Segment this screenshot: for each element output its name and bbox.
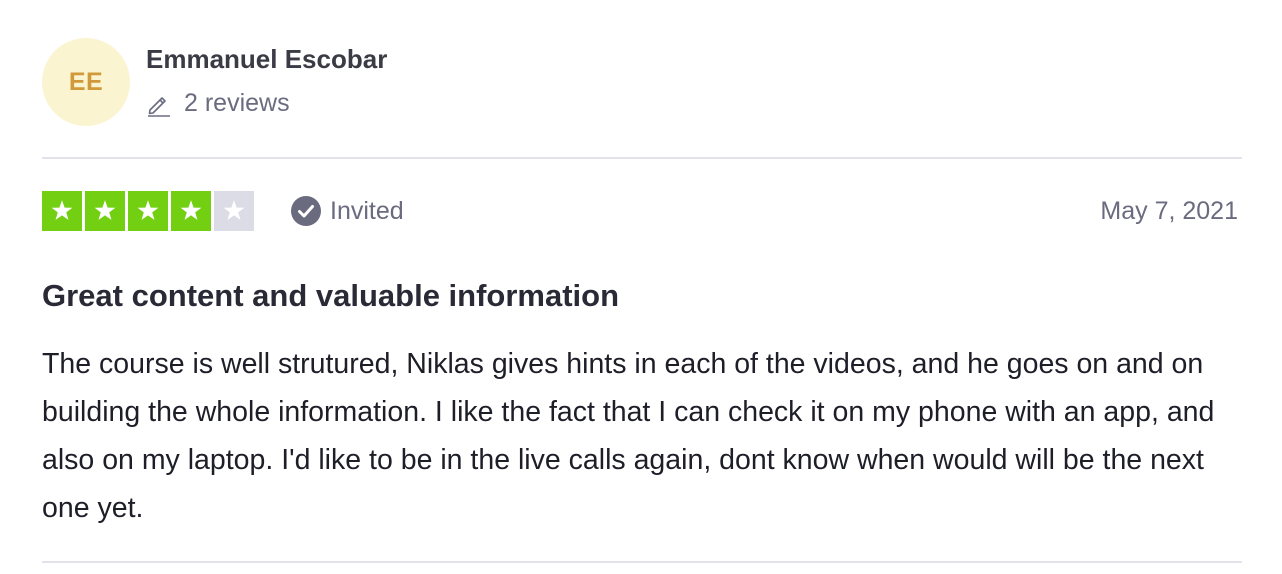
star-filled (171, 191, 211, 231)
review-text: The course is well strutured, Niklas giv… (42, 348, 1215, 524)
divider (42, 157, 1242, 159)
consumer-name[interactable]: Emmanuel Escobar (146, 43, 387, 75)
star-filled (85, 191, 125, 231)
star-rating (42, 191, 257, 231)
star-icon (94, 200, 116, 220)
reviews-count: 2 reviews (146, 89, 387, 118)
verification-label: Invited (330, 196, 404, 225)
verification-badge[interactable]: Invited (290, 195, 404, 227)
reviews-count-label: 2 reviews (184, 89, 290, 117)
avatar[interactable]: EE (42, 38, 130, 126)
star-filled (128, 191, 168, 231)
pencil-icon (146, 91, 172, 117)
star-icon (180, 200, 202, 220)
star-icon (137, 200, 159, 220)
review-card: EE Emmanuel Escobar 2 reviews Invited Ma… (42, 0, 1242, 574)
star-filled (42, 191, 82, 231)
check-circle-icon (291, 196, 321, 226)
consumer-info: Emmanuel Escobar 2 reviews (146, 38, 387, 118)
consumer-header: EE Emmanuel Escobar 2 reviews (42, 38, 387, 126)
rating-row: Invited May 7, 2021 (42, 191, 1242, 233)
star-empty (214, 191, 254, 231)
divider (42, 561, 1242, 563)
star-icon (51, 200, 73, 220)
review-date: May 7, 2021 (1100, 197, 1238, 225)
star-icon (223, 200, 245, 220)
review-title[interactable]: Great content and valuable information (42, 274, 619, 318)
